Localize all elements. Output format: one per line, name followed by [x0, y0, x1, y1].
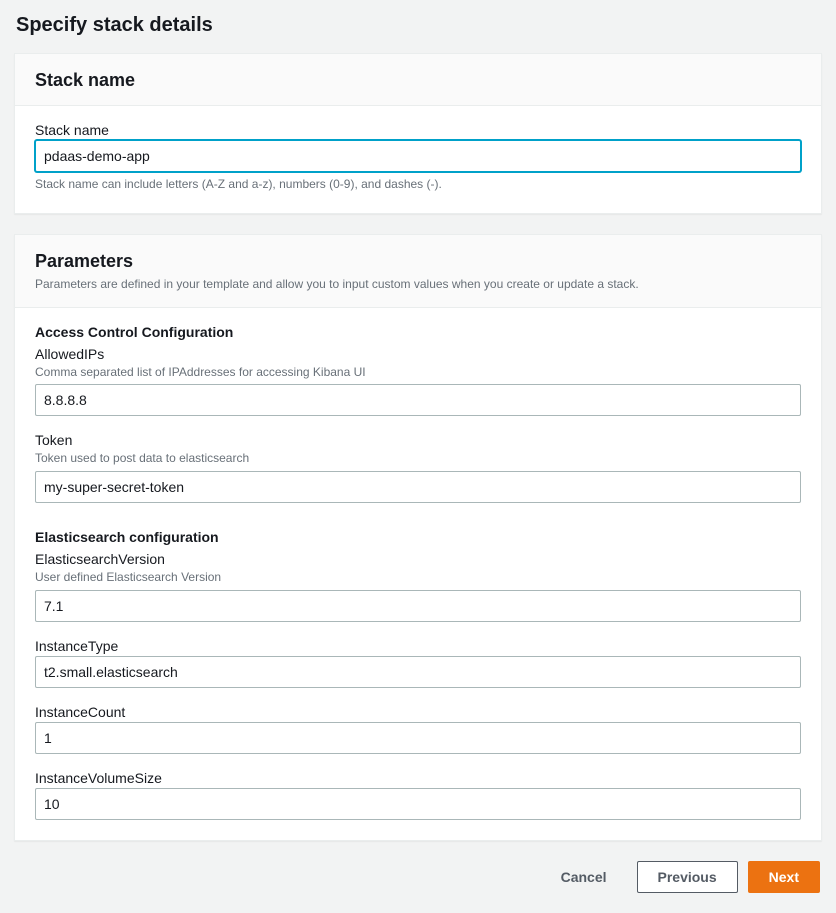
token-label: Token	[35, 432, 801, 448]
cancel-button[interactable]: Cancel	[541, 861, 627, 893]
instance-volume-size-field: InstanceVolumeSize	[35, 770, 801, 820]
stack-name-field: Stack name Stack name can include letter…	[35, 122, 801, 193]
instance-type-input[interactable]	[35, 656, 801, 688]
parameters-panel-header: Parameters Parameters are defined in you…	[15, 235, 821, 308]
es-version-field: ElasticsearchVersion User defined Elasti…	[35, 551, 801, 622]
token-input[interactable]	[35, 471, 801, 503]
instance-type-field: InstanceType	[35, 638, 801, 688]
stack-name-label: Stack name	[35, 122, 801, 138]
instance-type-label: InstanceType	[35, 638, 801, 654]
instance-count-label: InstanceCount	[35, 704, 801, 720]
allowed-ips-hint: Comma separated list of IPAddresses for …	[35, 364, 801, 381]
es-version-hint: User defined Elasticsearch Version	[35, 569, 801, 586]
allowed-ips-label: AllowedIPs	[35, 346, 801, 362]
stack-name-panel: Stack name Stack name Stack name can inc…	[14, 53, 822, 214]
instance-volume-size-label: InstanceVolumeSize	[35, 770, 801, 786]
stack-name-input[interactable]	[35, 140, 801, 172]
group-access-control-title: Access Control Configuration	[35, 324, 801, 340]
instance-count-input[interactable]	[35, 722, 801, 754]
parameters-panel: Parameters Parameters are defined in you…	[14, 234, 822, 841]
previous-button[interactable]: Previous	[637, 861, 738, 893]
page-title: Specify stack details	[16, 14, 822, 37]
wizard-footer: Cancel Previous Next	[14, 861, 822, 893]
parameters-heading: Parameters	[35, 251, 801, 272]
stack-name-panel-header: Stack name	[15, 54, 821, 106]
allowed-ips-input[interactable]	[35, 384, 801, 416]
stack-name-hint: Stack name can include letters (A-Z and …	[35, 176, 801, 193]
token-hint: Token used to post data to elasticsearch	[35, 450, 801, 467]
parameters-description: Parameters are defined in your template …	[35, 276, 801, 293]
allowed-ips-field: AllowedIPs Comma separated list of IPAdd…	[35, 346, 801, 417]
es-version-input[interactable]	[35, 590, 801, 622]
token-field: Token Token used to post data to elastic…	[35, 432, 801, 503]
es-version-label: ElasticsearchVersion	[35, 551, 801, 567]
group-elasticsearch-title: Elasticsearch configuration	[35, 529, 801, 545]
next-button[interactable]: Next	[748, 861, 820, 893]
instance-volume-size-input[interactable]	[35, 788, 801, 820]
stack-name-heading: Stack name	[35, 70, 801, 91]
instance-count-field: InstanceCount	[35, 704, 801, 754]
